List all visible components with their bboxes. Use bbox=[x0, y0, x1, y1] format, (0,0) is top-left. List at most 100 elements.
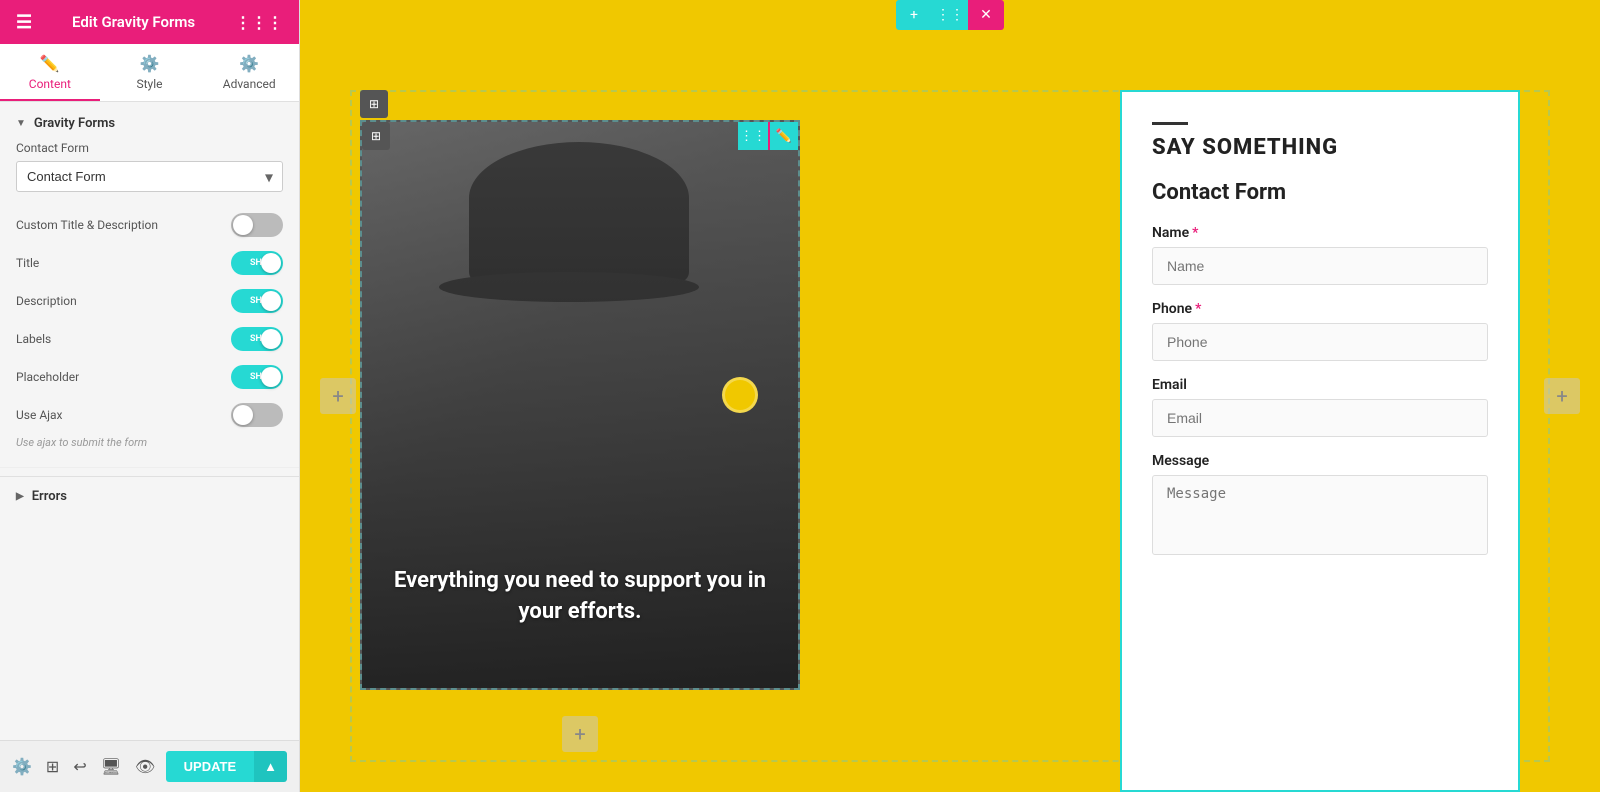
advanced-icon: ⚙️ bbox=[239, 54, 259, 73]
left-col-handle[interactable]: ⊞ bbox=[360, 90, 388, 118]
name-input[interactable] bbox=[1152, 247, 1488, 285]
custom-title-thumb bbox=[233, 215, 253, 235]
placeholder-thumb bbox=[261, 367, 281, 387]
tab-advanced-label: Advanced bbox=[223, 77, 276, 91]
separator bbox=[0, 467, 299, 468]
contact-form-field: Contact Form Contact Form bbox=[0, 141, 299, 206]
ajax-note: Use ajax to submit the form bbox=[0, 434, 299, 459]
add-right-button[interactable]: + bbox=[1544, 378, 1580, 414]
tab-style[interactable]: ⚙️ Style bbox=[100, 44, 200, 101]
email-field-group: Email bbox=[1152, 377, 1488, 437]
email-label-text: Email bbox=[1152, 377, 1187, 393]
placeholder-label: Placeholder bbox=[16, 370, 79, 384]
float-plus-button[interactable]: + bbox=[896, 0, 932, 30]
update-dropdown-button[interactable]: ▲ bbox=[254, 751, 287, 782]
panel-header: ☰ Edit Gravity Forms ⋮⋮⋮ bbox=[0, 0, 299, 44]
update-btn-group: UPDATE ▲ bbox=[166, 751, 287, 782]
custom-title-toggle-row: Custom Title & Description NO bbox=[0, 206, 299, 244]
name-label-text: Name bbox=[1152, 225, 1189, 241]
content-icon: ✏️ bbox=[40, 54, 60, 73]
placeholder-toggle-row: Placeholder SHOW bbox=[0, 358, 299, 396]
contact-form-select-wrapper: Contact Form bbox=[16, 161, 283, 192]
custom-title-label: Custom Title & Description bbox=[16, 218, 158, 232]
tab-advanced[interactable]: ⚙️ Advanced bbox=[199, 44, 299, 101]
style-icon: ⚙️ bbox=[140, 54, 160, 73]
email-input[interactable] bbox=[1152, 399, 1488, 437]
float-close-button[interactable]: ✕ bbox=[968, 0, 1004, 30]
footer-icons: ⚙️ ⊞ ↩ 🖥 👁 bbox=[12, 757, 155, 776]
description-thumb bbox=[261, 291, 281, 311]
description-toggle[interactable]: SHOW bbox=[231, 289, 283, 313]
name-field-label: Name * bbox=[1152, 225, 1488, 241]
phone-field-group: Phone * bbox=[1152, 301, 1488, 361]
phone-field-label: Phone * bbox=[1152, 301, 1488, 317]
panel-title: Edit Gravity Forms bbox=[72, 13, 195, 31]
phone-label-text: Phone bbox=[1152, 301, 1192, 317]
tab-content-label: Content bbox=[29, 77, 71, 91]
say-something-heading: SAY SOMETHING bbox=[1152, 135, 1488, 160]
section-arrow: ▼ bbox=[16, 118, 26, 129]
placeholder-toggle[interactable]: SHOW bbox=[231, 365, 283, 389]
grid-icon[interactable]: ⋮⋮⋮ bbox=[235, 13, 283, 32]
title-thumb bbox=[261, 253, 281, 273]
use-ajax-label: Use Ajax bbox=[16, 408, 63, 422]
custom-title-toggle[interactable]: NO bbox=[231, 213, 283, 237]
layers-icon[interactable]: ⊞ bbox=[46, 757, 59, 776]
image-card-grid-button[interactable]: ⋮⋮ bbox=[738, 122, 768, 150]
message-field-group: Message bbox=[1152, 453, 1488, 559]
image-card: ⊞ ⋮⋮ ✕ ✏️ Everything you n bbox=[360, 120, 800, 690]
use-ajax-thumb bbox=[233, 405, 253, 425]
top-float-bar: + ⋮⋮ ✕ bbox=[896, 0, 1004, 30]
hamburger-icon[interactable]: ☰ bbox=[16, 12, 32, 33]
message-field-label: Message bbox=[1152, 453, 1488, 469]
panel-footer: ⚙️ ⊞ ↩ 🖥 👁 UPDATE ▲ bbox=[0, 740, 299, 792]
add-left-button[interactable]: + bbox=[320, 378, 356, 414]
labels-toggle[interactable]: SHOW bbox=[231, 327, 283, 351]
errors-arrow: ▶ bbox=[16, 491, 24, 502]
contact-form-select[interactable]: Contact Form bbox=[16, 161, 283, 192]
image-card-handle[interactable]: ⊞ bbox=[362, 122, 390, 150]
pencil-edit-icon[interactable]: ✏️ bbox=[770, 122, 798, 150]
settings-icon[interactable]: ⚙️ bbox=[12, 757, 32, 776]
panel-body: ▼ Gravity Forms Contact Form Contact For… bbox=[0, 102, 299, 740]
section-title: Gravity Forms bbox=[34, 116, 115, 131]
use-ajax-toggle[interactable]: NO bbox=[231, 403, 283, 427]
image-overlay-text: Everything you need to support you in yo… bbox=[392, 566, 768, 628]
title-label: Title bbox=[16, 256, 39, 270]
eye-icon[interactable]: 👁 bbox=[135, 757, 155, 776]
description-label: Description bbox=[16, 294, 77, 308]
email-field-label: Email bbox=[1152, 377, 1488, 393]
say-something-bar bbox=[1152, 122, 1188, 125]
panel-tabs: ✏️ Content ⚙️ Style ⚙️ Advanced bbox=[0, 44, 299, 102]
errors-label: Errors bbox=[32, 489, 67, 504]
title-toggle[interactable]: SHOW bbox=[231, 251, 283, 275]
contact-form-panel: SAY SOMETHING Contact Form Name * Phone … bbox=[1120, 90, 1520, 792]
contact-form-label: Contact Form bbox=[16, 141, 283, 155]
title-toggle-row: Title SHOW bbox=[0, 244, 299, 282]
labels-toggle-row: Labels SHOW bbox=[0, 320, 299, 358]
form-title: Contact Form bbox=[1152, 180, 1488, 205]
errors-header[interactable]: ▶ Errors bbox=[16, 489, 283, 504]
use-ajax-toggle-row: Use Ajax NO bbox=[0, 396, 299, 434]
add-bottom-button[interactable]: + bbox=[562, 716, 598, 752]
desktop-icon[interactable]: 🖥 bbox=[101, 757, 121, 776]
update-button[interactable]: UPDATE bbox=[166, 751, 254, 782]
float-grid-button[interactable]: ⋮⋮ bbox=[932, 0, 968, 30]
errors-section: ▶ Errors bbox=[0, 476, 299, 516]
main-content: + ⋮⋮ ✕ + + ⊞ ⊞ ⋮⋮ ✕ bbox=[300, 0, 1600, 792]
description-toggle-row: Description SHOW bbox=[0, 282, 299, 320]
tab-content[interactable]: ✏️ Content bbox=[0, 44, 100, 101]
labels-label: Labels bbox=[16, 332, 51, 346]
undo-icon[interactable]: ↩ bbox=[73, 757, 86, 776]
left-column: ⊞ ⊞ ⋮⋮ ✕ ✏️ E bbox=[360, 90, 800, 792]
name-required-star: * bbox=[1192, 225, 1198, 241]
left-panel: ☰ Edit Gravity Forms ⋮⋮⋮ ✏️ Content ⚙️ S… bbox=[0, 0, 300, 792]
cursor-dot bbox=[722, 377, 758, 413]
gravity-forms-section[interactable]: ▼ Gravity Forms bbox=[0, 102, 299, 141]
message-textarea[interactable] bbox=[1152, 475, 1488, 555]
tab-style-label: Style bbox=[137, 77, 163, 91]
labels-thumb bbox=[261, 329, 281, 349]
message-label-text: Message bbox=[1152, 453, 1209, 469]
phone-required-star: * bbox=[1195, 301, 1201, 317]
phone-input[interactable] bbox=[1152, 323, 1488, 361]
